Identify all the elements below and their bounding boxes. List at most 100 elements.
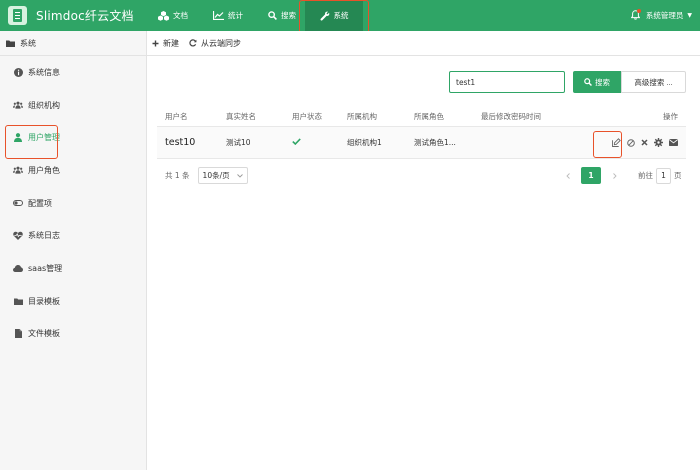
toolbar: 新建 从云端同步 [147,31,700,56]
users-table: 用户名 真实姓名 用户状态 所属机构 所属角色 最后修改密码时间 操作 test… [157,107,686,159]
sidebar-item-label: 文件模板 [28,329,60,339]
sidebar-item-label: 系统日志 [28,231,60,241]
cell-org: 组织机构1 [347,138,382,147]
users-icon [13,166,23,175]
user-menu[interactable]: 系统管理员 ▼ [630,0,692,31]
page-size-select[interactable]: 10条/页 [197,167,248,184]
sidebar-item-user-roles[interactable]: 用户角色 [0,154,146,187]
gear-icon[interactable] [654,138,663,147]
nav-item-label: 文档 [173,11,188,20]
sidebar-item-label: 目录模板 [28,296,60,306]
prev-page-button[interactable] [560,167,576,184]
chevron-down-icon: ▼ [687,12,692,19]
nav-item-label: 统计 [228,11,243,20]
sidebar-item-user-management[interactable]: 用户管理 [0,121,146,154]
disable-icon[interactable] [627,138,635,147]
goto-page-input[interactable] [656,167,671,184]
col-pwd-time: 最后修改密码时间 [481,112,541,121]
bell-icon[interactable] [630,8,641,22]
goto-label: 前往 [638,171,653,180]
table-header: 用户名 真实姓名 用户状态 所属机构 所属角色 最后修改密码时间 操作 [157,107,686,127]
pagination: 共 1 条 10条/页 1 前往 页 [157,163,686,188]
nav-item-system[interactable]: 系统 [305,0,363,31]
wrench-icon [320,11,329,20]
new-button-label: 新建 [163,38,179,48]
row-actions [581,138,686,147]
advanced-search-button[interactable]: 高级搜索 ... [621,71,686,93]
col-role: 所属角色 [414,112,444,121]
new-button[interactable]: 新建 [152,38,179,49]
notification-dot [636,8,641,13]
heartbeat-icon [13,231,23,241]
sidebar-header: 系统 [0,31,146,56]
goto-suffix: 页 [674,171,682,180]
file-icon [13,329,23,339]
nav-item-label: 搜索 [281,11,296,20]
app-logo [8,6,27,25]
check-icon [292,138,301,147]
main-content: 新建 从云端同步 搜索 高级搜索 ... 用户名 真实姓名 用户状态 所属机构 … [147,31,700,470]
col-status: 用户状态 [292,112,322,121]
sidebar-item-system-log[interactable]: 系统日志 [0,219,146,252]
sidebar-item-label: saas管理 [28,263,63,273]
page-jumper: 前往 页 [638,167,682,184]
sidebar-item-dir-template[interactable]: 目录模板 [0,285,146,318]
delete-icon[interactable] [641,139,648,146]
sync-cloud-button[interactable]: 从云端同步 [189,38,241,49]
chevron-left-icon [566,172,570,179]
sidebar-item-config[interactable]: 配置项 [0,187,146,220]
sync-button-label: 从云端同步 [201,38,241,48]
sidebar-item-saas[interactable]: saas管理 [0,252,146,285]
user-icon [13,133,23,143]
top-nav-bar: Slimdoc纤云文档 文档 统计 搜索 系统 系统管理员 ▼ [0,0,700,34]
cell-role: 测试角色1... [414,138,456,147]
edit-icon[interactable] [612,138,621,147]
folder-icon [6,40,15,47]
nav-item-docs[interactable]: 文档 [158,0,188,31]
sidebar: 系统 系统信息 组织机构 用户管理 用户角色 配置项 系统日志 saas管理 目… [0,31,147,470]
sidebar-item-label: 用户角色 [28,165,60,175]
cubes-icon [158,10,169,21]
search-button[interactable]: 搜索 [573,71,621,93]
sidebar-item-org[interactable]: 组织机构 [0,89,146,122]
search-icon [268,11,277,20]
next-page-button[interactable] [607,167,623,184]
table-row[interactable]: test10 测试10 组织机构1 测试角色1... [157,127,686,159]
users-icon [13,101,23,109]
search-input[interactable] [449,71,565,93]
user-name: 系统管理员 [645,11,684,20]
sidebar-item-label: 系统信息 [28,67,60,77]
page-number-current[interactable]: 1 [581,167,601,184]
cell-status [292,138,347,147]
total-count: 共 1 条 [165,171,190,180]
sidebar-item-system-info[interactable]: 系统信息 [0,56,146,89]
page-size-value: 10条/页 [202,171,230,180]
brand[interactable]: Slimdoc纤云文档 [8,5,134,26]
col-actions: 操作 [663,112,678,121]
cloud-icon [13,264,23,272]
nav-item-label: 系统 [333,11,349,20]
search-button-label: 搜索 [595,77,610,87]
envelope-icon[interactable] [669,139,678,146]
sidebar-header-label: 系统 [20,38,36,48]
col-org: 所属机构 [347,112,377,121]
sidebar-item-file-template[interactable]: 文件模板 [0,318,146,351]
app-name: Slimdoc纤云文档 [36,9,134,23]
line-chart-icon [213,11,224,20]
nav-item-search[interactable]: 搜索 [268,0,296,31]
chevron-down-icon [236,171,243,180]
plus-icon [152,40,159,46]
sidebar-item-label: 组织机构 [28,100,60,110]
nav-item-stats[interactable]: 统计 [213,0,243,31]
col-realname: 真实姓名 [226,112,256,121]
info-icon [13,67,23,77]
refresh-icon [189,39,197,47]
folder-icon [13,298,23,305]
chevron-right-icon [613,172,617,179]
cell-username: test10 [165,137,196,148]
toggle-icon [13,200,23,207]
col-username: 用户名 [165,112,188,121]
sidebar-item-label: 用户管理 [28,133,60,143]
sidebar-item-label: 配置项 [28,198,52,208]
cell-realname: 测试10 [226,138,251,147]
